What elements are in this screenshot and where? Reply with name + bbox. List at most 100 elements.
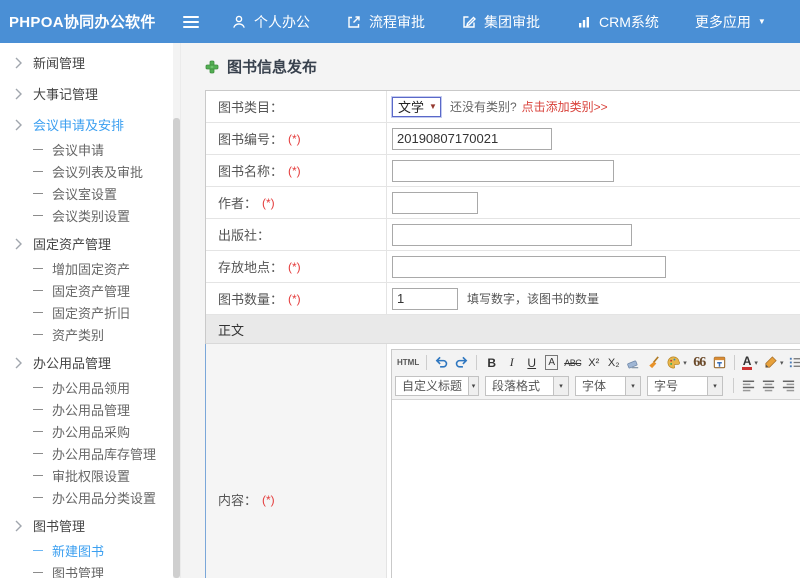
nav-more-apps[interactable]: 更多应用 ▼: [695, 12, 766, 32]
sidebar-item-asset-category[interactable]: 资产类别: [0, 323, 180, 345]
page-title-bar: 图书信息发布: [205, 56, 800, 77]
sidebar-item-supplies-inventory[interactable]: 办公用品库存管理: [0, 442, 180, 464]
strikethrough-button[interactable]: ABC: [562, 353, 583, 373]
sidebar-item-office-supplies-management[interactable]: 办公用品管理: [0, 349, 180, 376]
required-mark: (*): [262, 196, 275, 210]
toolbar-separator: [734, 355, 735, 370]
font-style-button[interactable]: A: [542, 353, 561, 373]
book-number-input[interactable]: [392, 128, 552, 150]
paste-word-icon: [712, 355, 727, 370]
bold-button[interactable]: B: [482, 353, 501, 373]
sidebar-subitem-label: 资产类别: [52, 325, 104, 344]
sidebar-item-meeting-application[interactable]: 会议申请及安排: [0, 111, 180, 138]
crm-chart-icon: [576, 14, 592, 30]
nav-group-approval[interactable]: 集团审批: [461, 12, 540, 32]
blockquote-button[interactable]: 66: [690, 353, 709, 373]
dropdown-arrow-icon: ▾: [553, 377, 568, 395]
sidebar-subitem-label: 办公用品库存管理: [52, 444, 156, 463]
ordered-list-button[interactable]: ▾: [786, 353, 800, 373]
quantity-input[interactable]: [392, 288, 458, 310]
sidebar-group-books: 图书管理 新建图书 图书管理: [0, 512, 180, 578]
paragraph-format-select[interactable]: 段落格式 ▾: [485, 376, 569, 396]
align-right-button[interactable]: [779, 376, 798, 396]
author-input[interactable]: [392, 192, 478, 214]
storage-location-input[interactable]: [392, 256, 666, 278]
group-approval-icon: [461, 14, 477, 30]
publisher-input[interactable]: [392, 224, 632, 246]
editor-toolbar: HTML B I U: [392, 350, 800, 400]
book-name-input[interactable]: [392, 160, 614, 182]
sidebar-item-supplies-category-settings[interactable]: 办公用品分类设置: [0, 486, 180, 508]
sidebar-item-fixed-assets-management[interactable]: 固定资产管理: [0, 230, 180, 257]
sidebar-item-label: 办公用品管理: [33, 353, 111, 372]
sidebar-item-supplies-purchase[interactable]: 办公用品采购: [0, 420, 180, 442]
font-family-select[interactable]: 字体 ▾: [575, 376, 641, 396]
redo-button[interactable]: [452, 353, 471, 373]
fill-color-button[interactable]: ▾: [664, 353, 689, 373]
toolbar-separator: [476, 355, 477, 370]
dash-icon: [33, 334, 43, 335]
align-center-button[interactable]: [759, 376, 778, 396]
sidebar-scrollbar-track[interactable]: [173, 43, 180, 578]
field-label: 内容：: [218, 490, 257, 509]
sidebar-group-meetings: 会议申请及安排 会议申请 会议列表及审批 会议室设置 会议类别设置: [0, 111, 180, 226]
superscript-button[interactable]: X²: [584, 353, 603, 373]
underline-button[interactable]: U: [522, 353, 541, 373]
sidebar-subitem-label: 会议类别设置: [52, 206, 130, 225]
sidebar-item-fixed-asset-depreciation[interactable]: 固定资产折旧: [0, 301, 180, 323]
sidebar-item-approval-permission-settings[interactable]: 审批权限设置: [0, 464, 180, 486]
editor-toolbar-row2: 自定义标题 ▾ 段落格式 ▾ 字体 ▾: [395, 374, 800, 397]
sidebar-item-supplies-management[interactable]: 办公用品管理: [0, 398, 180, 420]
align-left-button[interactable]: [739, 376, 758, 396]
font-size-select[interactable]: 字号 ▾: [647, 376, 723, 396]
editor-content-area[interactable]: [392, 400, 800, 578]
undo-icon: [434, 355, 449, 370]
sidebar-item-meeting-list-approval[interactable]: 会议列表及审批: [0, 160, 180, 182]
menu-toggle-icon[interactable]: [183, 13, 205, 31]
app-logo: PHPOA协同办公软件: [0, 11, 181, 32]
dropdown-arrow-icon: ▾: [754, 359, 758, 367]
sidebar-scrollbar-thumb[interactable]: [173, 118, 180, 578]
section-title: 正文: [218, 320, 244, 339]
field-label: 图书编号：: [218, 129, 283, 148]
field-label: 图书类目：: [218, 97, 283, 116]
sidebar-subitem-label: 图书管理: [52, 563, 104, 578]
html-source-button[interactable]: HTML: [395, 353, 421, 373]
sidebar-item-supplies-claim[interactable]: 办公用品领用: [0, 376, 180, 398]
sidebar-item-new-book[interactable]: 新建图书: [0, 539, 180, 561]
sidebar-subitem-label: 办公用品领用: [52, 378, 130, 397]
sidebar-group-events: 大事记管理: [0, 80, 180, 107]
dash-icon: [33, 215, 43, 216]
sidebar-item-books-management[interactable]: 图书管理: [0, 512, 180, 539]
sidebar-item-book-management[interactable]: 图书管理: [0, 561, 180, 578]
sidebar-item-news-management[interactable]: 新闻管理: [0, 49, 180, 76]
undo-button[interactable]: [432, 353, 451, 373]
chevron-right-icon: [15, 238, 23, 250]
custom-heading-select[interactable]: 自定义标题 ▾: [395, 376, 479, 396]
italic-button[interactable]: I: [502, 353, 521, 373]
book-category-select[interactable]: 文学 ▼: [392, 97, 441, 117]
sidebar-item-fixed-asset-management[interactable]: 固定资产管理: [0, 279, 180, 301]
dash-icon: [33, 387, 43, 388]
format-brush-button[interactable]: [644, 353, 663, 373]
add-category-link[interactable]: 点击添加类别>>: [522, 98, 608, 115]
sidebar-item-events-management[interactable]: 大事记管理: [0, 80, 180, 107]
sidebar-item-meeting-apply[interactable]: 会议申请: [0, 138, 180, 160]
editor-toolbar-row1: HTML B I U: [395, 351, 800, 374]
eraser-icon: [626, 355, 641, 370]
dash-icon: [33, 409, 43, 410]
nav-process-approval[interactable]: 流程审批: [346, 12, 425, 32]
nav-crm-system[interactable]: CRM系统: [576, 12, 659, 32]
highlight-button[interactable]: ▾: [761, 353, 786, 373]
eraser-button[interactable]: [624, 353, 643, 373]
nav-personal-office[interactable]: 个人办公: [231, 12, 310, 32]
subscript-button[interactable]: X₂: [604, 353, 623, 373]
paste-from-word-button[interactable]: [710, 353, 729, 373]
sidebar-item-meeting-room-settings[interactable]: 会议室设置: [0, 182, 180, 204]
text-color-button[interactable]: A ▾: [740, 353, 760, 373]
sidebar-item-add-fixed-asset[interactable]: 增加固定资产: [0, 257, 180, 279]
sidebar-item-meeting-category-settings[interactable]: 会议类别设置: [0, 204, 180, 226]
palette-icon: [666, 355, 681, 370]
sidebar-item-label: 大事记管理: [33, 84, 98, 103]
form-row-content: 内容： (*) HTML: [205, 344, 800, 578]
